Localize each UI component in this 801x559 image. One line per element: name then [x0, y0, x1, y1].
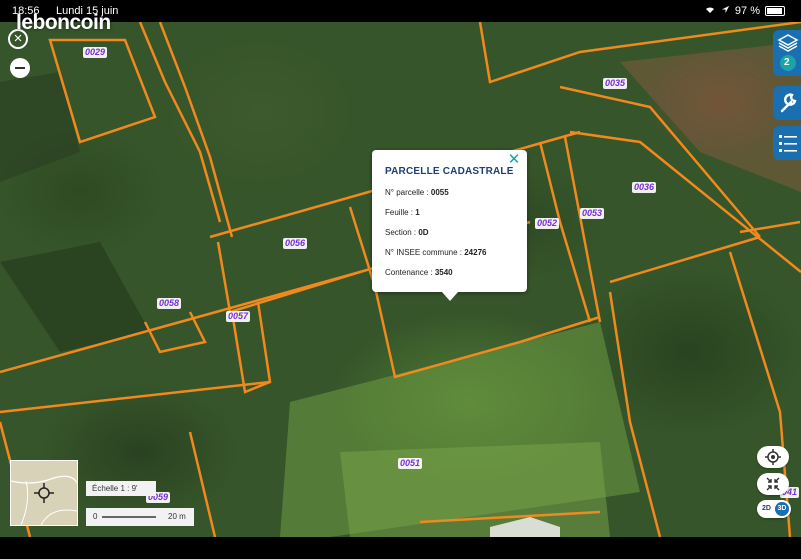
scale-bar: 0 20 m	[86, 508, 194, 526]
battery-icon	[765, 5, 785, 16]
wrench-icon	[780, 93, 797, 113]
legend-button[interactable]	[773, 126, 801, 160]
parcel-label-0029[interactable]: 0029	[83, 47, 108, 58]
zoom-out-button[interactable]	[10, 58, 30, 78]
watermark-logo: leboncoin	[16, 11, 111, 34]
popup-row-section: Section : 0D	[385, 228, 429, 237]
tools-button[interactable]	[773, 86, 801, 120]
mode-3d[interactable]: 3D	[775, 502, 789, 516]
battery-percent: 97 %	[734, 4, 760, 17]
parcel-label-0057[interactable]: 0057	[226, 311, 251, 322]
layers-icon	[777, 34, 799, 71]
parcel-label-0056[interactable]: 0056	[283, 238, 308, 249]
scale-end: 20 m	[168, 512, 186, 521]
popup-title: PARCELLE CADASTRALE	[385, 166, 514, 177]
parcel-label-0051[interactable]: 0051	[398, 458, 423, 469]
view-mode-toggle[interactable]: 2D 3D	[757, 500, 791, 518]
layers-button[interactable]: 2	[773, 30, 801, 76]
scale-line	[102, 516, 156, 518]
parcel-info-popup: PARCELLE CADASTRALE ✕ N° parcelle : 0055…	[372, 150, 527, 301]
scale-start: 0	[93, 512, 98, 521]
popup-row-insee: N° INSEE commune : 24276	[385, 248, 487, 257]
status-bar: 18:56 Lundi 15 juin 97 %	[0, 0, 801, 22]
parcel-label-0035[interactable]: 0035	[603, 78, 628, 89]
crosshair-icon	[765, 449, 781, 465]
locate-button[interactable]	[757, 446, 789, 468]
scale-indicator: Échelle 1 : 9'	[86, 481, 156, 496]
popup-row-parcelle: N° parcelle : 0055	[385, 188, 449, 197]
mode-2d[interactable]: 2D	[760, 503, 773, 515]
parcel-label-0053[interactable]: 0053	[580, 208, 605, 219]
status-right: 97 %	[704, 4, 785, 17]
minimap-roads	[10, 475, 78, 526]
close-icon[interactable]: ✕	[507, 152, 521, 167]
popup-row-contenance: Contenance : 3540	[385, 268, 453, 277]
wifi-icon	[704, 4, 716, 17]
minus-icon	[15, 67, 25, 69]
fullscreen-button[interactable]	[757, 473, 789, 495]
overview-minimap[interactable]	[10, 460, 78, 526]
popup-row-feuille: Feuille : 1	[385, 208, 420, 217]
list-icon	[779, 135, 797, 152]
bottom-bar	[0, 537, 801, 559]
parcel-label-0036[interactable]: 0036	[632, 182, 657, 193]
parcel-label-0052[interactable]: 0052	[535, 218, 560, 229]
parcel-label-0058[interactable]: 0058	[157, 298, 182, 309]
location-icon	[721, 5, 730, 17]
compress-icon	[766, 477, 780, 491]
layers-count-badge: 2	[784, 57, 790, 68]
